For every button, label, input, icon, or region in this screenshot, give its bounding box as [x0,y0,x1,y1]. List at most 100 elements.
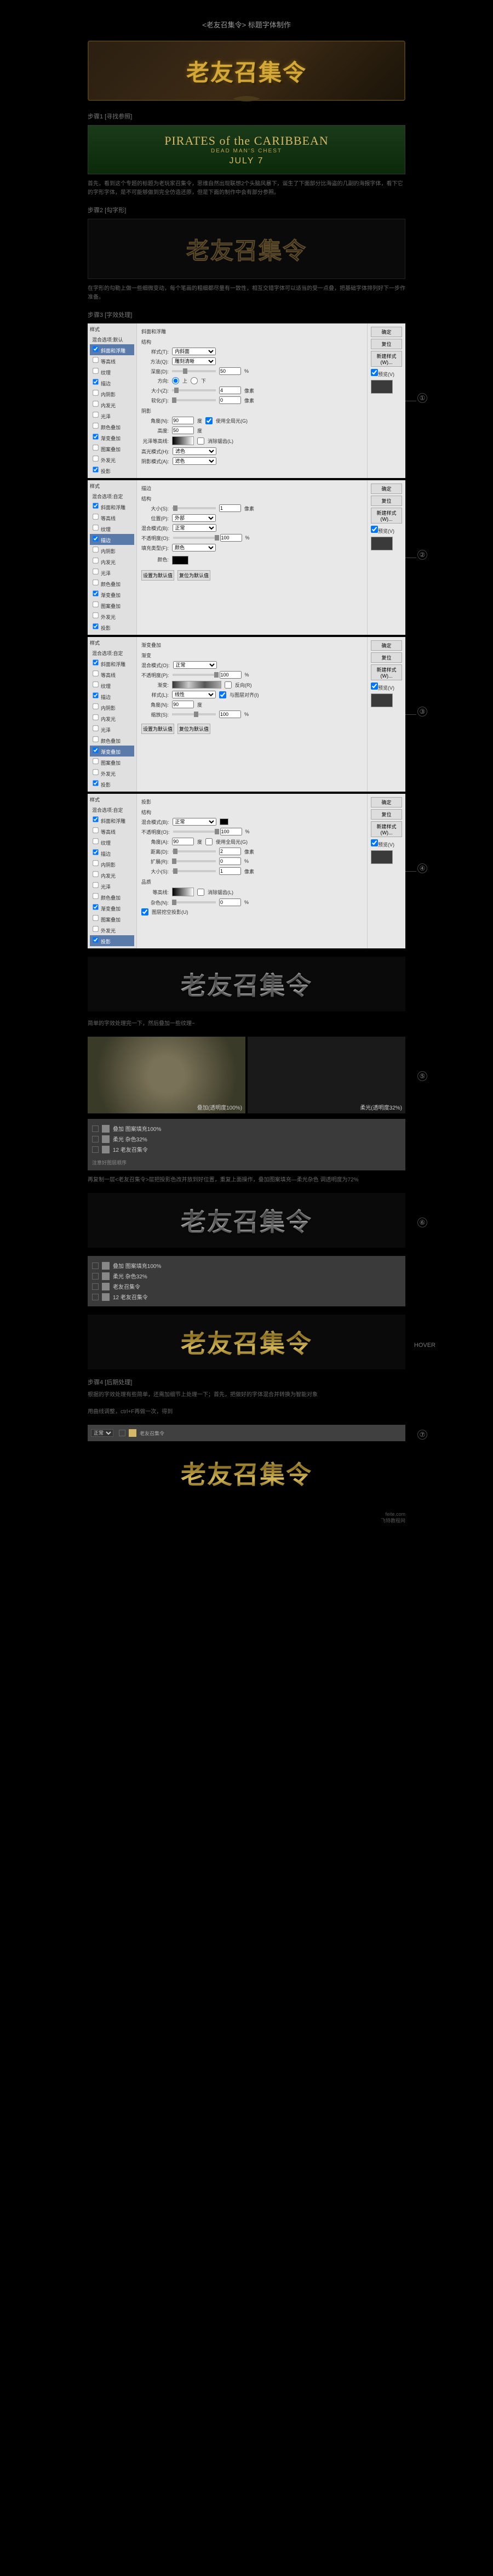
reverse-check[interactable] [225,681,232,689]
soften-input[interactable] [219,396,241,404]
spread-input[interactable] [219,857,241,865]
eye-icon[interactable] [92,1146,99,1153]
style-check[interactable] [93,412,98,417]
ok-button[interactable]: 确定 [371,327,402,337]
angle-input[interactable] [172,701,194,708]
style-check[interactable] [93,838,98,844]
ok-button[interactable]: 确定 [371,797,402,808]
opacity-slider[interactable] [173,831,217,833]
sidebar-item[interactable]: 混合选项:自定 [90,649,134,658]
style-check[interactable] [93,525,98,530]
style-check[interactable] [93,503,98,508]
contour-preview[interactable] [172,888,194,896]
style-check[interactable] [93,714,98,720]
sidebar-item[interactable]: 图案叠加 [90,757,134,767]
dir-up[interactable] [172,377,179,384]
style-check[interactable] [93,915,98,920]
sidebar-item[interactable]: 斜面和浮雕 [90,501,134,512]
sidebar-item[interactable]: 纹理 [90,523,134,534]
color-swatch[interactable] [220,818,228,825]
style-check[interactable] [93,579,98,585]
sidebar-item-active[interactable]: 渐变叠加 [90,746,134,757]
sidebar-item[interactable]: 内阴影 [90,858,134,869]
cancel-button[interactable]: 复位 [371,652,402,663]
style-check[interactable] [93,612,98,618]
new-style-button[interactable]: 新建样式(W)... [371,821,402,837]
sidebar-item[interactable]: 颜色叠加 [90,735,134,746]
style-check[interactable] [93,434,98,439]
layer-row[interactable]: 叠加 图案填充100% [92,1260,401,1271]
style-check[interactable] [93,816,98,822]
opacity-input[interactable] [220,671,242,679]
size-input[interactable] [219,386,241,394]
layer-row[interactable]: 12 老友召集令 [92,1144,401,1155]
sidebar-item[interactable]: 混合选项:默认 [90,335,134,344]
cancel-button[interactable]: 复位 [371,339,402,349]
eye-icon[interactable] [92,1136,99,1142]
altitude-input[interactable] [172,427,194,434]
scale-slider[interactable] [172,713,216,715]
scale-input[interactable] [219,710,241,718]
sidebar-item[interactable]: 内发光 [90,399,134,410]
opacity-slider[interactable] [173,537,217,539]
sidebar-item[interactable]: 外发光 [90,924,134,935]
preview-check[interactable] [371,369,378,376]
sidebar-item[interactable]: 等高线 [90,669,134,680]
shadow-select[interactable]: 滤色 [173,457,216,465]
style-check[interactable] [93,590,98,596]
style-check[interactable] [93,601,98,607]
style-select[interactable]: 内斜面 [172,348,216,355]
style-check[interactable] [93,456,98,461]
style-check[interactable] [93,703,98,709]
size-input[interactable] [219,867,241,875]
aa-check[interactable] [197,437,204,445]
style-check[interactable] [93,547,98,552]
sidebar-item-active[interactable]: 投影 [90,935,134,946]
style-check[interactable] [93,681,98,687]
opacity-input[interactable] [220,534,242,542]
sidebar-item[interactable]: 图案叠加 [90,600,134,611]
style-check[interactable] [93,445,98,450]
sidebar-item[interactable]: 图案叠加 [90,913,134,924]
sidebar-item[interactable]: 外发光 [90,611,134,622]
depth-input[interactable] [219,367,241,375]
align-check[interactable] [219,691,226,698]
size-input[interactable] [219,504,241,512]
cancel-button[interactable]: 复位 [371,496,402,506]
blend-select[interactable]: 正常 [91,1429,113,1437]
global-check[interactable] [205,838,213,845]
gradient-bar[interactable] [172,681,221,689]
style-check[interactable] [93,871,98,877]
layer-row[interactable]: 12 老友召集令 [92,1292,401,1302]
layer-row[interactable]: 老友召集令 [92,1281,401,1292]
style-check[interactable] [93,758,98,764]
style-check[interactable] [93,736,98,742]
ok-button[interactable]: 确定 [371,640,402,651]
sidebar-item[interactable]: 斜面和浮雕 [90,658,134,669]
sidebar-item[interactable]: 等高线 [90,355,134,366]
knockout-check[interactable] [141,908,148,915]
distance-input[interactable] [219,848,241,855]
sidebar-item[interactable]: 内阴影 [90,388,134,399]
style-check[interactable] [93,536,98,541]
sidebar-item[interactable]: 内阴影 [90,702,134,713]
blend-select[interactable]: 正常 [173,661,217,669]
style-check[interactable] [93,860,98,866]
eye-icon[interactable] [92,1273,99,1280]
sidebar-item[interactable]: 内发光 [90,869,134,880]
style-check[interactable] [93,893,98,899]
reset-button[interactable]: 复位为默认值 [177,570,210,581]
sidebar-item[interactable]: 渐变叠加 [90,589,134,600]
new-style-button[interactable]: 新建样式(W)... [371,508,402,524]
spread-slider[interactable] [172,860,216,862]
style-check[interactable] [93,827,98,833]
eye-icon[interactable] [92,1263,99,1269]
method-select[interactable]: 雕刻清晰 [172,357,216,365]
sidebar-item[interactable]: 斜面和浮雕 [90,815,134,826]
layer-row[interactable]: 柔光 杂色32% [92,1134,401,1144]
sidebar-item[interactable]: 颜色叠加 [90,578,134,589]
opacity-slider[interactable] [173,674,216,676]
sidebar-item[interactable]: 纹理 [90,366,134,377]
distance-slider[interactable] [172,850,216,852]
fill-select[interactable]: 颜色 [172,544,216,551]
